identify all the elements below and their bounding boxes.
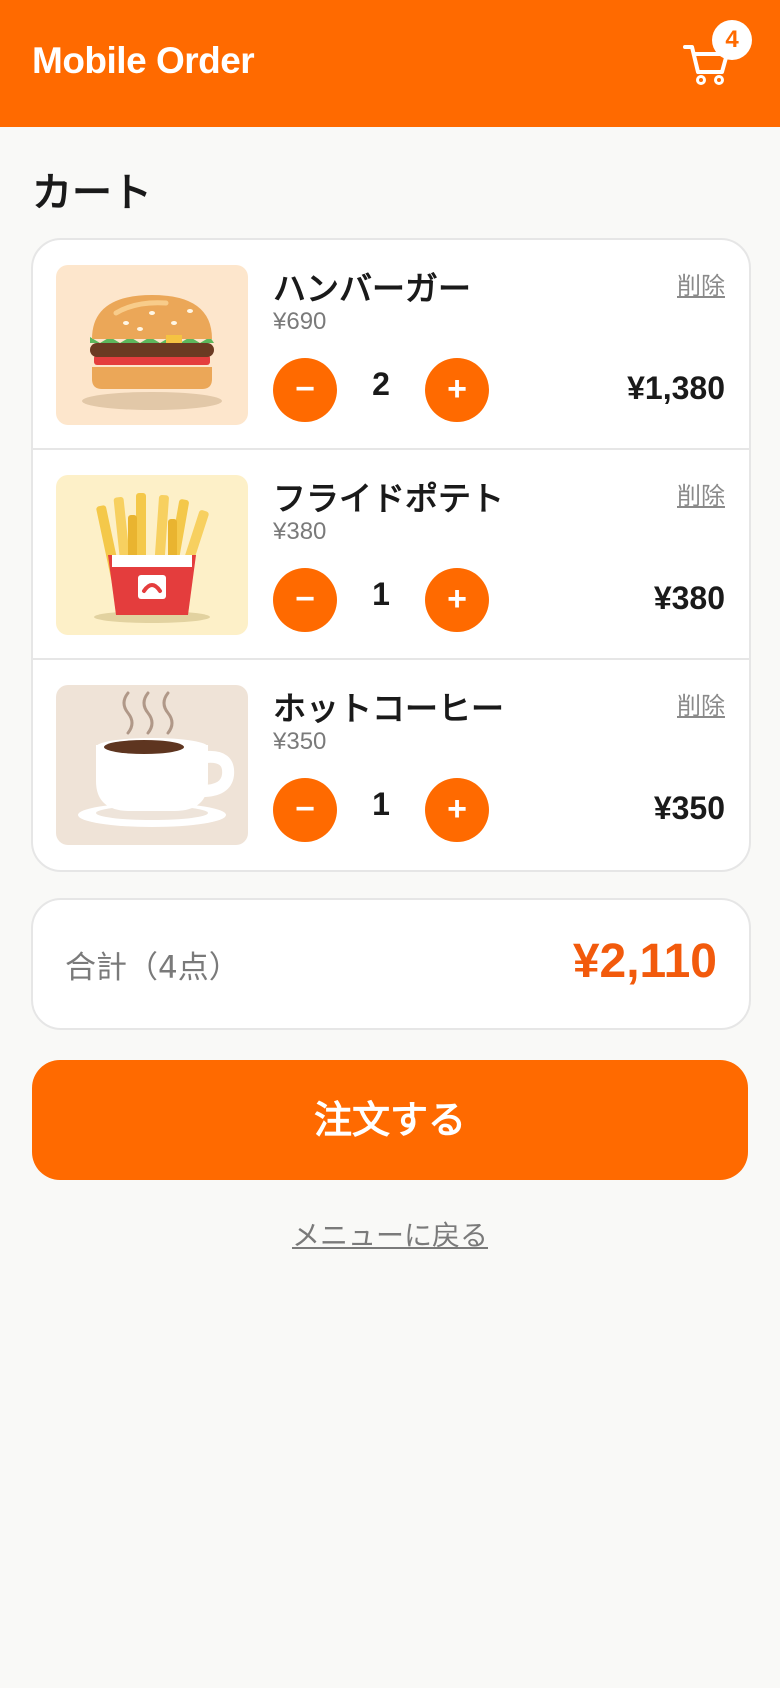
total-amount: ¥2,110: [572, 935, 717, 988]
app-title: Mobile Order: [32, 40, 255, 81]
app-header: Mobile Order 4: [0, 0, 780, 127]
cart-list: ハンバーガー ¥690 削除 − 2 + ¥1,380 フライドポテト ¥380…: [31, 238, 751, 872]
increase-quantity-button[interactable]: +: [425, 568, 489, 632]
cart-item-hot-coffee: ホットコーヒー ¥350 削除 − 1 + ¥350: [33, 660, 749, 868]
item-quantity: 1: [372, 786, 390, 822]
place-order-button[interactable]: 注文する: [32, 1060, 748, 1180]
item-unit-price: ¥690: [273, 308, 327, 335]
item-name: フライドポテト: [273, 479, 504, 518]
item-quantity: 1: [372, 576, 390, 612]
increase-quantity-button[interactable]: +: [425, 358, 489, 422]
total-label: 合計（4点）: [65, 950, 240, 986]
increase-quantity-button[interactable]: +: [425, 778, 489, 842]
item-line-total: ¥350: [653, 790, 725, 826]
decrease-quantity-button[interactable]: −: [273, 778, 337, 842]
hamburger-image: [56, 265, 248, 425]
item-line-total: ¥380: [653, 580, 725, 616]
order-summary: 合計（4点） ¥2,110: [31, 898, 751, 1030]
cart-count-badge: 4: [712, 20, 752, 60]
remove-item-link[interactable]: 削除: [677, 476, 725, 511]
item-line-total: ¥1,380: [627, 370, 725, 406]
page-title: カート: [32, 170, 152, 216]
item-name: ホットコーヒー: [273, 689, 504, 728]
item-name: ハンバーガー: [273, 269, 471, 308]
item-unit-price: ¥380: [273, 518, 327, 545]
cart-item-hamburger: ハンバーガー ¥690 削除 − 2 + ¥1,380: [33, 240, 749, 448]
french-fries-image: [56, 475, 248, 635]
item-unit-price: ¥350: [273, 728, 327, 755]
cart-item-french-fries: フライドポテト ¥380 削除 − 1 + ¥380: [33, 450, 749, 658]
hot-coffee-image: [56, 685, 248, 845]
back-to-menu-link[interactable]: メニューに戻る: [0, 1214, 780, 1254]
item-quantity: 2: [372, 366, 390, 402]
decrease-quantity-button[interactable]: −: [273, 358, 337, 422]
decrease-quantity-button[interactable]: −: [273, 568, 337, 632]
remove-item-link[interactable]: 削除: [677, 266, 725, 301]
remove-item-link[interactable]: 削除: [677, 686, 725, 721]
